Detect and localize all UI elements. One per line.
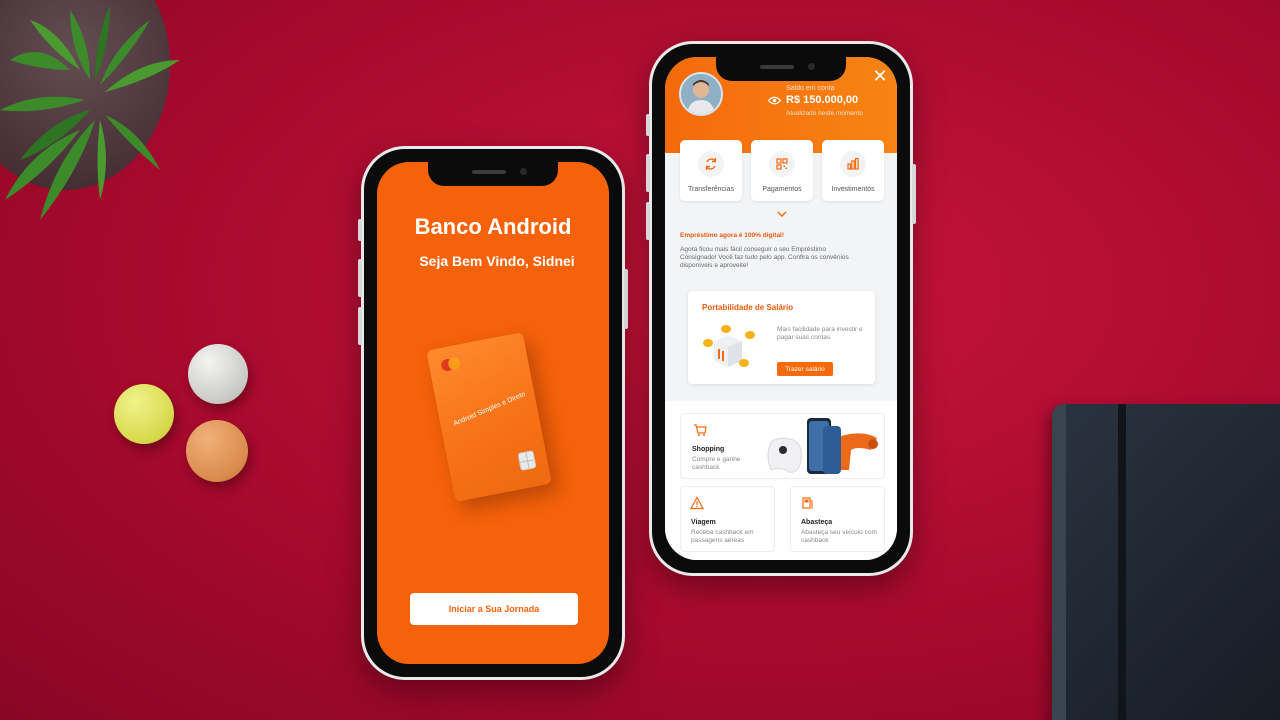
phone-home: ✕ Saldo em conta R$ 150.000,00 Atualizad…	[646, 41, 916, 576]
travel-title: Viagem	[691, 519, 716, 526]
welcome-greeting: Seja Bem Vindo, Sidnei	[419, 253, 575, 269]
travel-text: Receba cashback em passagens aéreas	[691, 529, 754, 544]
avatar[interactable]	[679, 72, 723, 116]
bank-title: Banco Android	[414, 214, 572, 239]
start-journey-button[interactable]: Iniciar a Sua Jornada	[410, 593, 578, 625]
plant-leaves-decoration	[0, 5, 180, 220]
close-icon[interactable]: ✕	[871, 67, 889, 85]
salary-card-text: Mais facilidade para investir e pagar su…	[777, 326, 863, 341]
phone-welcome: Banco Android Seja Bem Vindo, Sidnei And…	[358, 146, 628, 680]
eye-icon[interactable]	[768, 96, 781, 105]
fuel-title: Abasteça	[801, 519, 833, 526]
promo-text: Agora ficou mais fácil conseguir o seu E…	[680, 246, 849, 269]
action-label: Investimentos	[831, 186, 875, 193]
bring-salary-button[interactable]: Trazer salário	[777, 362, 833, 376]
action-label: Transferências	[687, 186, 735, 193]
qr-code-icon	[776, 158, 788, 170]
action-payments[interactable]: Pagamentos	[751, 140, 813, 201]
fuel-card[interactable]: Abasteça Abasteça seu veículo com cashba…	[790, 486, 885, 552]
salary-portability-card: Portabilidade de Salário Mais facilidade…	[688, 291, 875, 384]
card-slogan: Android Simples e Direto	[452, 390, 527, 428]
phone-notch	[428, 162, 558, 186]
orange-ball-decoration	[186, 420, 248, 482]
shopping-card[interactable]: Shopping Compre e ganhe cashback	[680, 413, 885, 479]
fuel-text: Abasteça seu veículo com cashback	[801, 529, 877, 544]
balance-label: Saldo em conta	[786, 85, 835, 92]
shopping-title: Shopping	[692, 446, 725, 453]
white-ball-decoration	[188, 344, 248, 404]
notebook-decoration	[1052, 404, 1280, 720]
mastercard-icon	[440, 356, 464, 373]
balance-updated: Atualizado neste momento	[786, 110, 863, 117]
yellow-ball-decoration	[114, 384, 174, 444]
coins-illustration	[703, 325, 755, 367]
welcome-screen: Banco Android Seja Bem Vindo, Sidnei And…	[377, 162, 609, 664]
action-investments[interactable]: Investimentos	[822, 140, 884, 201]
fuel-pump-icon	[802, 497, 814, 509]
warning-triangle-icon	[690, 496, 704, 510]
home-screen: ✕ Saldo em conta R$ 150.000,00 Atualizad…	[665, 57, 897, 560]
phone-notch	[716, 57, 846, 81]
action-label: Pagamentos	[762, 186, 802, 193]
balance-value: R$ 150.000,00	[786, 94, 859, 106]
action-transfers[interactable]: Transferências	[680, 140, 742, 201]
refresh-icon	[705, 158, 717, 170]
products-image	[767, 418, 878, 474]
travel-card[interactable]: Viagem Receba cashback em passagens aére…	[680, 486, 775, 552]
chip-icon	[517, 450, 537, 471]
shopping-text: Compre e ganhe cashback	[692, 456, 741, 471]
cart-icon	[694, 424, 707, 436]
promo-title: Empréstimo agora é 100% digital!	[680, 232, 785, 239]
salary-card-title: Portabilidade de Salário	[702, 303, 794, 312]
credit-card-image: Android Simples e Direto	[426, 332, 552, 502]
bar-chart-icon	[847, 157, 859, 170]
chevron-down-icon[interactable]	[777, 210, 787, 218]
